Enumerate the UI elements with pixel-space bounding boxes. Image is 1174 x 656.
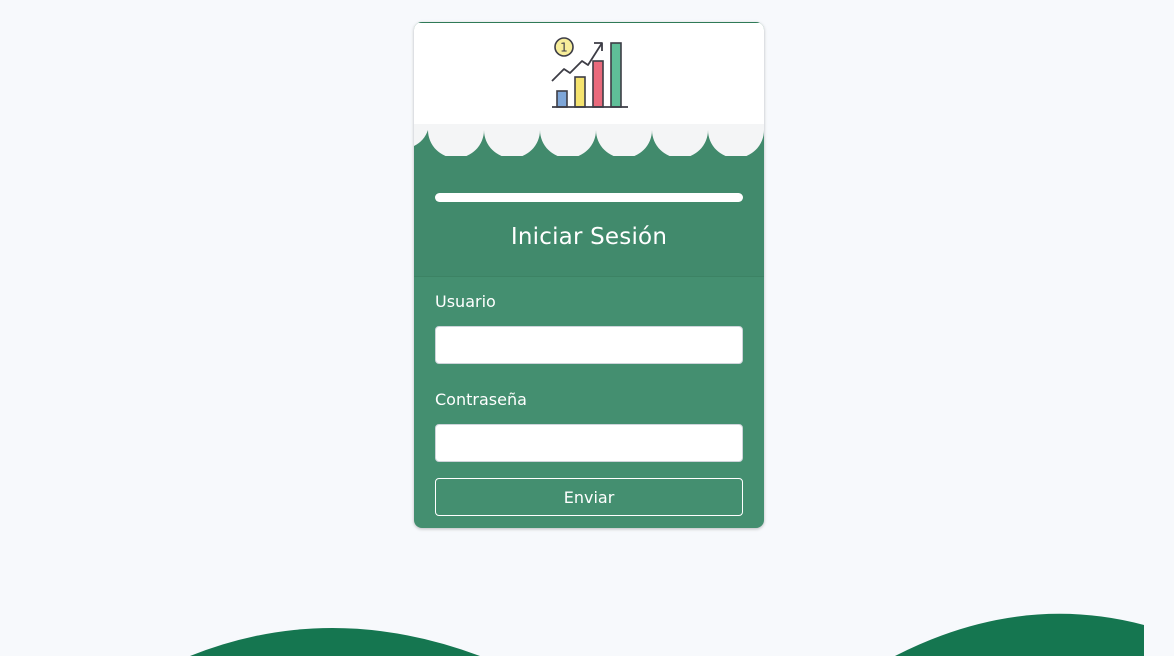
- growth-chart-icon: 1: [551, 37, 628, 108]
- card-header: Iniciar Sesión: [414, 156, 764, 277]
- card-logo-area: 1: [414, 22, 764, 125]
- page-title: Iniciar Sesión: [510, 224, 668, 250]
- username-input[interactable]: [435, 326, 743, 364]
- username-field-group: Usuario: [435, 290, 743, 364]
- password-input[interactable]: [435, 424, 743, 462]
- progress-bar: [435, 193, 743, 202]
- scallop-border: [414, 124, 764, 156]
- password-field-group: Contraseña: [435, 388, 743, 462]
- logo-badge-text: 1: [560, 41, 568, 55]
- username-label: Usuario: [435, 292, 496, 311]
- login-page: 1 Iniciar Sesión Usuario Contraseña Envi…: [0, 0, 1174, 656]
- login-card: 1 Iniciar Sesión Usuario Contraseña Envi…: [414, 22, 764, 528]
- password-label: Contraseña: [435, 390, 527, 409]
- bottom-wave-decoration: [190, 613, 1144, 656]
- login-form: Usuario Contraseña Enviar: [435, 290, 743, 516]
- submit-button[interactable]: Enviar: [435, 478, 743, 516]
